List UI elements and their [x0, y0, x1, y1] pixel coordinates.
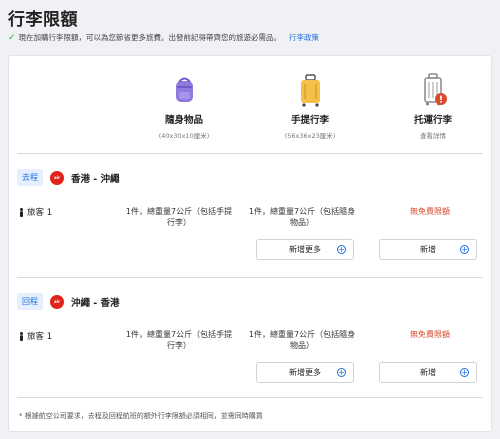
check-icon: ✓: [8, 32, 16, 43]
plus-circle-icon: +: [337, 368, 346, 377]
column-name: 手提行李: [290, 115, 329, 126]
plus-circle-icon: +: [337, 245, 346, 254]
passenger-label: 旅客 1: [19, 206, 52, 218]
personal-item-allowance: 1件，總重量7公斤（包括手提行李）: [125, 207, 233, 227]
notice-text: 現在加購行李限額，可以為您節省更多旅費。出發前記得帶齊您的旅遊必需品。: [18, 33, 282, 42]
column-name: 托運行李: [413, 115, 452, 126]
column-dimensions: (56x36x23厘米): [284, 132, 336, 140]
passenger-name: 旅客 1: [27, 208, 53, 218]
button-label: 新增: [420, 245, 436, 254]
column-dimensions: (40x30x10厘米): [158, 132, 210, 140]
button-label: 新增更多: [289, 245, 321, 254]
column-personal-item: 隨身物品 (40x30x10厘米): [124, 72, 244, 140]
add-checked-baggage-button[interactable]: 新增 +: [379, 362, 477, 383]
page-title: 行李限額: [8, 10, 78, 30]
airline-logo-icon: air: [50, 170, 64, 185]
button-label: 新增更多: [289, 368, 321, 377]
segment-route: 香港 - 沖繩: [71, 173, 120, 185]
person-icon: [19, 207, 24, 217]
divider: [17, 153, 483, 154]
backpack-icon: [164, 72, 204, 108]
airline-logo-icon: air: [50, 294, 64, 309]
segment-tag: 去程: [17, 169, 43, 186]
personal-item-allowance: 1件，總重量7公斤（包括手提行李）: [125, 330, 233, 350]
checked-bag-warning-icon: [413, 72, 453, 108]
passenger-name: 旅客 1: [27, 332, 53, 342]
column-carry-on: 手提行李 (56x36x23厘米): [250, 72, 370, 140]
segment-header-return: 回程 air 沖繩 - 香港: [17, 293, 120, 310]
person-icon: [19, 331, 24, 341]
baggage-policy-link[interactable]: 行李政策: [289, 32, 319, 43]
divider: [17, 397, 483, 398]
carry-on-allowance: 1件，總重量7公斤（包括隨身物品）: [248, 207, 356, 227]
button-label: 新增: [420, 368, 436, 377]
plus-circle-icon: +: [460, 368, 469, 377]
checked-allowance-status: 無免費限額: [410, 330, 450, 339]
segment-header-outbound: 去程 air 香港 - 沖繩: [17, 169, 120, 186]
divider: [17, 277, 483, 278]
baggage-card: 隨身物品 (40x30x10厘米) 手提行李 (56x36x23厘米) 托運行李…: [8, 55, 492, 432]
column-name: 隨身物品: [164, 115, 203, 126]
carry-on-allowance: 1件，總重量7公斤（包括隨身物品）: [248, 330, 356, 350]
segment-tag: 回程: [17, 293, 43, 310]
add-more-carry-on-button[interactable]: 新增更多 +: [256, 362, 354, 383]
plus-circle-icon: +: [460, 245, 469, 254]
checked-allowance-status: 無免費限額: [410, 207, 450, 216]
footnote: * 根據航空公司要求，去程及回程航班的額外行李限額必須相同，並需同時購買: [19, 412, 263, 420]
suitcase-icon: [290, 72, 330, 108]
column-checked-baggage: 托運行李 查看詳情: [373, 72, 493, 140]
passenger-label: 旅客 1: [19, 330, 52, 342]
add-more-carry-on-button[interactable]: 新增更多 +: [256, 239, 354, 260]
segment-route: 沖繩 - 香港: [71, 297, 120, 309]
notice-bar: ✓ 現在加購行李限額，可以為您節省更多旅費。出發前記得帶齊您的旅遊必需品。 行李…: [8, 32, 319, 43]
add-checked-baggage-button[interactable]: 新增 +: [379, 239, 477, 260]
view-details-link[interactable]: 查看詳情: [373, 130, 493, 140]
